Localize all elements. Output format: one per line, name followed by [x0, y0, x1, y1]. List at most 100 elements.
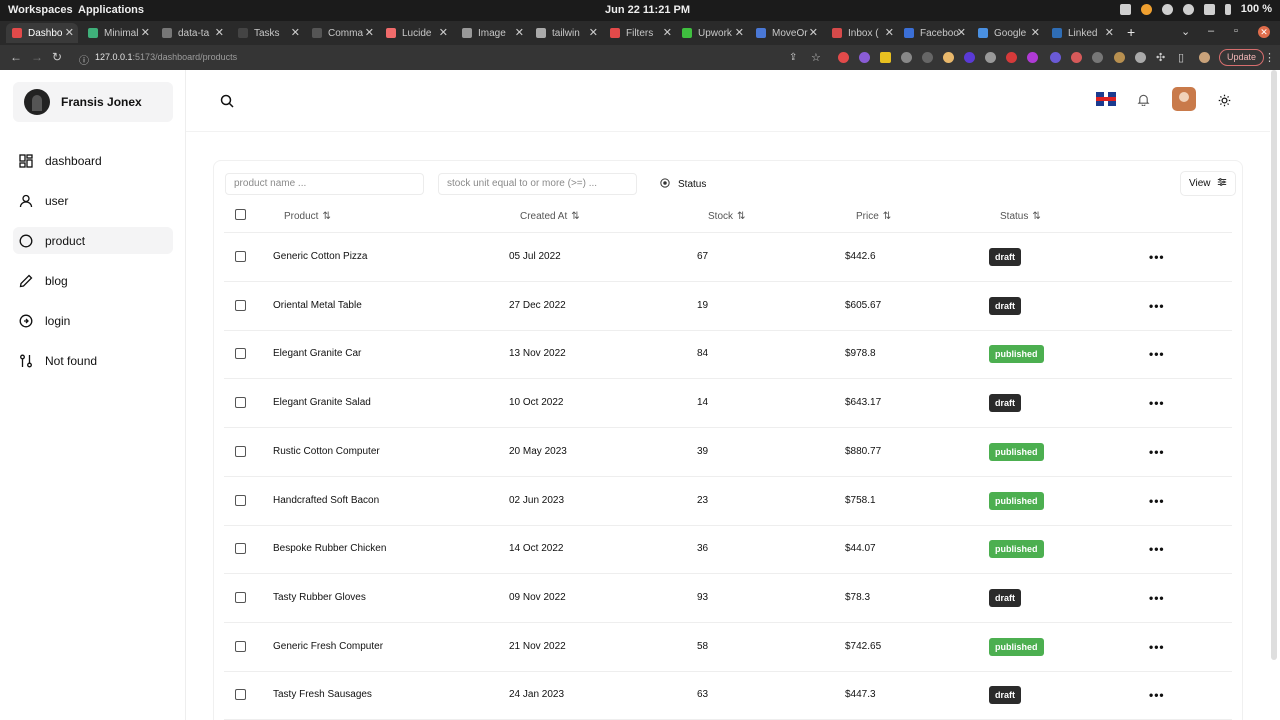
browser-tab[interactable]: tailwin ✕	[530, 23, 602, 43]
tab-close-icon[interactable]: ✕	[65, 26, 74, 39]
language-flag-icon[interactable]	[1096, 92, 1116, 106]
battery-icon[interactable]	[1224, 3, 1231, 15]
status-filter-button[interactable]: Status	[652, 173, 714, 195]
table-row[interactable]: Elegant Granite Car 13 Nov 2022 84 $978.8 pu…	[224, 330, 1232, 380]
row-actions-menu-icon[interactable]: •••	[1149, 299, 1165, 313]
extension-icon[interactable]	[838, 52, 849, 63]
product-name-filter-input[interactable]: product name ...	[225, 173, 424, 195]
sidebar-item-product[interactable]: product	[13, 227, 173, 254]
table-row[interactable]: Rustic Cotton Computer 20 May 2023 39 $880.…	[224, 428, 1232, 477]
extension-icon[interactable]	[922, 52, 933, 63]
minimize-button[interactable]: –	[1208, 25, 1214, 37]
table-row[interactable]: Tasty Rubber Gloves 09 Nov 2022 93 $78.3 dra…	[224, 574, 1232, 623]
sidebar-item-not-found[interactable]: Not found	[13, 347, 173, 374]
browser-menu-icon[interactable]: ⋮	[1264, 51, 1275, 64]
sidebar-item-blog[interactable]: blog	[13, 267, 173, 294]
row-checkbox[interactable]	[235, 494, 246, 506]
browser-tab[interactable]: MoveOr ✕	[750, 23, 822, 43]
row-actions-menu-icon[interactable]: •••	[1149, 250, 1165, 264]
row-actions-menu-icon[interactable]: •••	[1149, 347, 1165, 361]
search-icon[interactable]	[220, 94, 234, 113]
shield-icon[interactable]	[1135, 52, 1146, 63]
tab-search-icon[interactable]: ⌄	[1181, 25, 1190, 38]
browser-tab[interactable]: Dashbo ✕	[6, 23, 78, 43]
tab-close-icon[interactable]: ✕	[1031, 26, 1040, 39]
reload-icon[interactable]: ↻	[52, 50, 62, 64]
table-row[interactable]: Bespoke Rubber Chicken 14 Oct 2022 36 $44.0…	[224, 525, 1232, 575]
row-actions-menu-icon[interactable]: •••	[1149, 494, 1165, 508]
profile-avatar-icon[interactable]	[1199, 52, 1210, 63]
table-row[interactable]: Handcrafted Soft Bacon 02 Jun 2023 23 $758.…	[224, 477, 1232, 526]
skype-icon[interactable]	[1161, 3, 1173, 15]
row-checkbox[interactable]	[235, 445, 246, 457]
table-row[interactable]: Elegant Granite Salad 10 Oct 2022 14 $643.1…	[224, 379, 1232, 429]
tab-close-icon[interactable]: ✕	[809, 26, 818, 39]
close-window-button[interactable]: ✕	[1258, 26, 1270, 38]
table-row[interactable]: Tasty Fresh Sausages 24 Jan 2023 63 $447.3 d…	[224, 671, 1232, 720]
browser-tab[interactable]: data-ta ✕	[156, 23, 228, 43]
row-actions-menu-icon[interactable]: •••	[1149, 396, 1165, 410]
view-options-button[interactable]: View	[1180, 171, 1236, 196]
user-avatar[interactable]	[1172, 87, 1196, 111]
browser-tab[interactable]: Faceboo ✕	[898, 23, 970, 43]
table-row[interactable]: Generic Cotton Pizza 05 Jul 2022 67 $442.6 d…	[224, 233, 1232, 282]
tab-close-icon[interactable]: ✕	[957, 26, 966, 39]
site-info-icon[interactable]: ⓘ	[79, 52, 89, 67]
tab-close-icon[interactable]: ✕	[365, 26, 374, 39]
tab-close-icon[interactable]: ✕	[215, 26, 224, 39]
extension-icon[interactable]	[943, 52, 954, 63]
extension-icon[interactable]	[1006, 52, 1017, 63]
update-button[interactable]: Update	[1219, 49, 1265, 66]
sidebar-item-dashboard[interactable]: dashboard	[13, 147, 173, 174]
row-checkbox[interactable]	[235, 397, 246, 409]
row-checkbox[interactable]	[235, 299, 246, 311]
browser-tab[interactable]: Tasks ✕	[232, 23, 304, 43]
sidebar-toggle-icon[interactable]: ▯	[1178, 51, 1184, 64]
browser-tab[interactable]: Comma ✕	[306, 23, 378, 43]
browser-tab[interactable]: Inbox (✕	[826, 23, 898, 43]
row-actions-menu-icon[interactable]: •••	[1149, 542, 1165, 556]
browser-tab[interactable]: Filters ✕	[604, 23, 676, 43]
column-header-price[interactable]: Price ⇅	[856, 211, 891, 222]
back-icon[interactable]: ←	[10, 50, 22, 64]
tab-close-icon[interactable]: ✕	[885, 26, 894, 39]
table-row[interactable]: Generic Fresh Computer 21 Nov 2022 58 $742.…	[224, 623, 1232, 672]
row-actions-menu-icon[interactable]: •••	[1149, 445, 1165, 459]
tab-close-icon[interactable]: ✕	[439, 26, 448, 39]
tab-close-icon[interactable]: ✕	[515, 26, 524, 39]
row-checkbox[interactable]	[235, 689, 246, 701]
row-checkbox[interactable]	[235, 543, 246, 555]
vlc-icon[interactable]	[1140, 3, 1152, 15]
tab-close-icon[interactable]: ✕	[735, 26, 744, 39]
column-header-created-at[interactable]: Created At ⇅	[520, 211, 580, 222]
browser-tab[interactable]: Linked ✕	[1046, 23, 1118, 43]
column-header-status[interactable]: Status ⇅	[1000, 211, 1041, 222]
extension-icon[interactable]	[901, 52, 912, 63]
extension-icon[interactable]	[1050, 52, 1061, 63]
maximize-button[interactable]: ▫	[1234, 25, 1238, 37]
sidebar-item-user[interactable]: user	[13, 187, 173, 214]
column-header-stock[interactable]: Stock ⇅	[708, 211, 745, 222]
sidebar-item-login[interactable]: login	[13, 307, 173, 334]
bell-icon[interactable]	[1137, 93, 1150, 111]
profile-card[interactable]: Fransis Jonex	[13, 82, 173, 122]
new-tab-button[interactable]: +	[1127, 24, 1135, 40]
clock[interactable]: Jun 22 11:21 PM	[605, 4, 690, 16]
wifi-icon[interactable]	[1182, 3, 1194, 15]
extension-icon[interactable]	[859, 52, 870, 63]
extension-icon[interactable]	[964, 52, 975, 63]
tab-close-icon[interactable]: ✕	[291, 26, 300, 39]
row-actions-menu-icon[interactable]: •••	[1149, 688, 1165, 702]
extension-icon[interactable]	[1071, 52, 1082, 63]
forward-icon[interactable]: →	[31, 50, 43, 64]
extension-icon[interactable]	[880, 52, 891, 63]
browser-tab[interactable]: Lucide ✕	[380, 23, 452, 43]
extension-icon[interactable]	[985, 52, 996, 63]
theme-toggle-icon[interactable]	[1218, 94, 1231, 112]
page-scrollbar[interactable]	[1271, 70, 1277, 660]
extension-icon[interactable]	[1092, 52, 1103, 63]
tab-close-icon[interactable]: ✕	[1105, 26, 1114, 39]
discord-icon[interactable]	[1119, 3, 1131, 15]
row-checkbox[interactable]	[235, 591, 246, 603]
browser-tab[interactable]: Google ✕	[972, 23, 1044, 43]
